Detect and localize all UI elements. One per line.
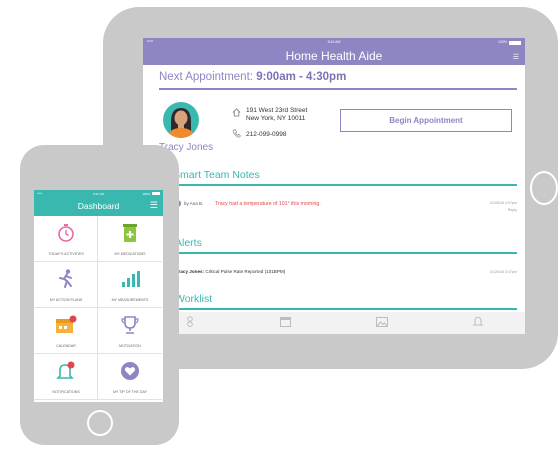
tile-label: NOTIFICATIONS bbox=[52, 390, 80, 394]
alerts-title: Alerts bbox=[175, 237, 202, 249]
note-text[interactable]: Tracy had a temperature of 101° this mor… bbox=[215, 201, 321, 207]
home-icon bbox=[232, 108, 241, 117]
next-appointment-time: 9:00am - 4:30pm bbox=[256, 71, 347, 83]
bell-icon bbox=[34, 360, 98, 382]
dashboard-title: Dashboard bbox=[77, 201, 120, 211]
alert-patient: Tracy Jones: bbox=[176, 269, 205, 274]
tablet-tab-bar bbox=[143, 312, 525, 334]
avatar[interactable] bbox=[163, 102, 199, 138]
tablet-status-bar: ••••• 9:41 AM 100% bbox=[143, 38, 525, 48]
next-appointment-label: Next Appointment: bbox=[159, 71, 253, 83]
begin-appointment-button[interactable]: Begin Appointment bbox=[340, 109, 512, 132]
person-icon[interactable] bbox=[185, 316, 195, 330]
trophy-icon bbox=[98, 314, 162, 336]
tile-label: TODAY'S ACTIVITIES bbox=[48, 252, 84, 256]
note-time: 01/25/16 4:07pm bbox=[490, 201, 517, 205]
status-time: 9:41 AM bbox=[327, 40, 341, 44]
patient-phone[interactable]: 212-099-0998 bbox=[246, 131, 286, 138]
tile-my-tip-of-the-day[interactable]: MY TIP OF THE DAY bbox=[98, 354, 162, 400]
tile-label: MOTIVATION bbox=[119, 344, 141, 348]
bell-tab-icon[interactable] bbox=[472, 316, 483, 330]
address-line-2: New York, NY 10011 bbox=[246, 115, 306, 122]
phone-header: Dashboard ☰ bbox=[34, 197, 163, 216]
battery-icon bbox=[509, 41, 521, 45]
tile-label: CALENDAR bbox=[56, 344, 76, 348]
divider bbox=[159, 88, 517, 90]
status-battery-text: 100% bbox=[498, 40, 507, 44]
note-reply-link[interactable]: Reply bbox=[508, 208, 517, 212]
tile-notifications[interactable]: NOTIFICATIONS bbox=[34, 354, 98, 400]
phone-icon bbox=[232, 129, 241, 138]
phone-menu-icon[interactable]: ☰ bbox=[150, 200, 158, 211]
tile-label: MY ACTION PLANS bbox=[49, 298, 83, 302]
tile-my-medications[interactable]: MY MEDICATIONS bbox=[98, 216, 162, 262]
calendar-icon bbox=[34, 314, 98, 336]
tablet-home-button[interactable] bbox=[530, 171, 558, 205]
pill-bottle-icon bbox=[98, 222, 162, 244]
worklist-divider bbox=[173, 308, 517, 310]
phone-status-bar: ••••• 9:41 AM 100% bbox=[34, 190, 163, 197]
bar-chart-icon bbox=[98, 268, 162, 290]
phone-screen: ••••• 9:41 AM 100% Dashboard ☰ TODAY'S A… bbox=[34, 190, 163, 402]
note-author: by Ana B. bbox=[184, 201, 204, 206]
alert-time: 01/25/16 3:47pm bbox=[490, 270, 517, 274]
smart-team-notes-title: Smart Team Notes bbox=[173, 169, 260, 181]
notes-divider bbox=[173, 184, 517, 186]
tile-label: MY TIP OF THE DAY bbox=[112, 390, 147, 394]
running-person-icon bbox=[34, 268, 98, 290]
phone-home-button[interactable] bbox=[87, 410, 113, 436]
alert-text: Critical Pulse Rate Reported (101BPM) bbox=[205, 269, 286, 274]
tile-label: MY MEASUREMENTS bbox=[111, 298, 149, 302]
menu-icon[interactable]: ☰ bbox=[513, 53, 519, 61]
heart-icon bbox=[98, 360, 162, 382]
clock-icon bbox=[34, 222, 98, 244]
image-icon[interactable] bbox=[375, 316, 388, 330]
app-title: Home Health Aide bbox=[285, 49, 383, 63]
tile-label: MY MEDICATIONS bbox=[114, 252, 146, 256]
tile-motivation[interactable]: MOTIVATION bbox=[98, 308, 162, 354]
next-appointment: Next Appointment: 9:00am - 4:30pm bbox=[159, 71, 346, 83]
tile-todays-activities[interactable]: TODAY'S ACTIVITIES bbox=[34, 216, 98, 262]
phone-status-battery-text: 100% bbox=[142, 192, 150, 196]
address-line-1: 191 West 23rd Street bbox=[246, 107, 308, 114]
tablet-header: Home Health Aide ☰ bbox=[143, 48, 525, 65]
alert-row[interactable]: Tracy Jones: Critical Pulse Rate Reporte… bbox=[176, 269, 285, 274]
phone-battery-icon bbox=[152, 192, 160, 195]
alerts-divider bbox=[173, 252, 517, 254]
tile-my-action-plans[interactable]: MY ACTION PLANS bbox=[34, 262, 98, 308]
calendar-tab-icon[interactable] bbox=[280, 316, 292, 330]
tile-calendar[interactable]: CALENDAR bbox=[34, 308, 98, 354]
tile-my-measurements[interactable]: MY MEASUREMENTS bbox=[98, 262, 162, 308]
patient-address: 191 West 23rd Street New York, NY 10011 bbox=[246, 107, 307, 123]
worklist-title: Worklist bbox=[175, 293, 213, 305]
tablet-screen: ••••• 9:41 AM 100% Home Health Aide ☰ Ne… bbox=[143, 38, 525, 334]
